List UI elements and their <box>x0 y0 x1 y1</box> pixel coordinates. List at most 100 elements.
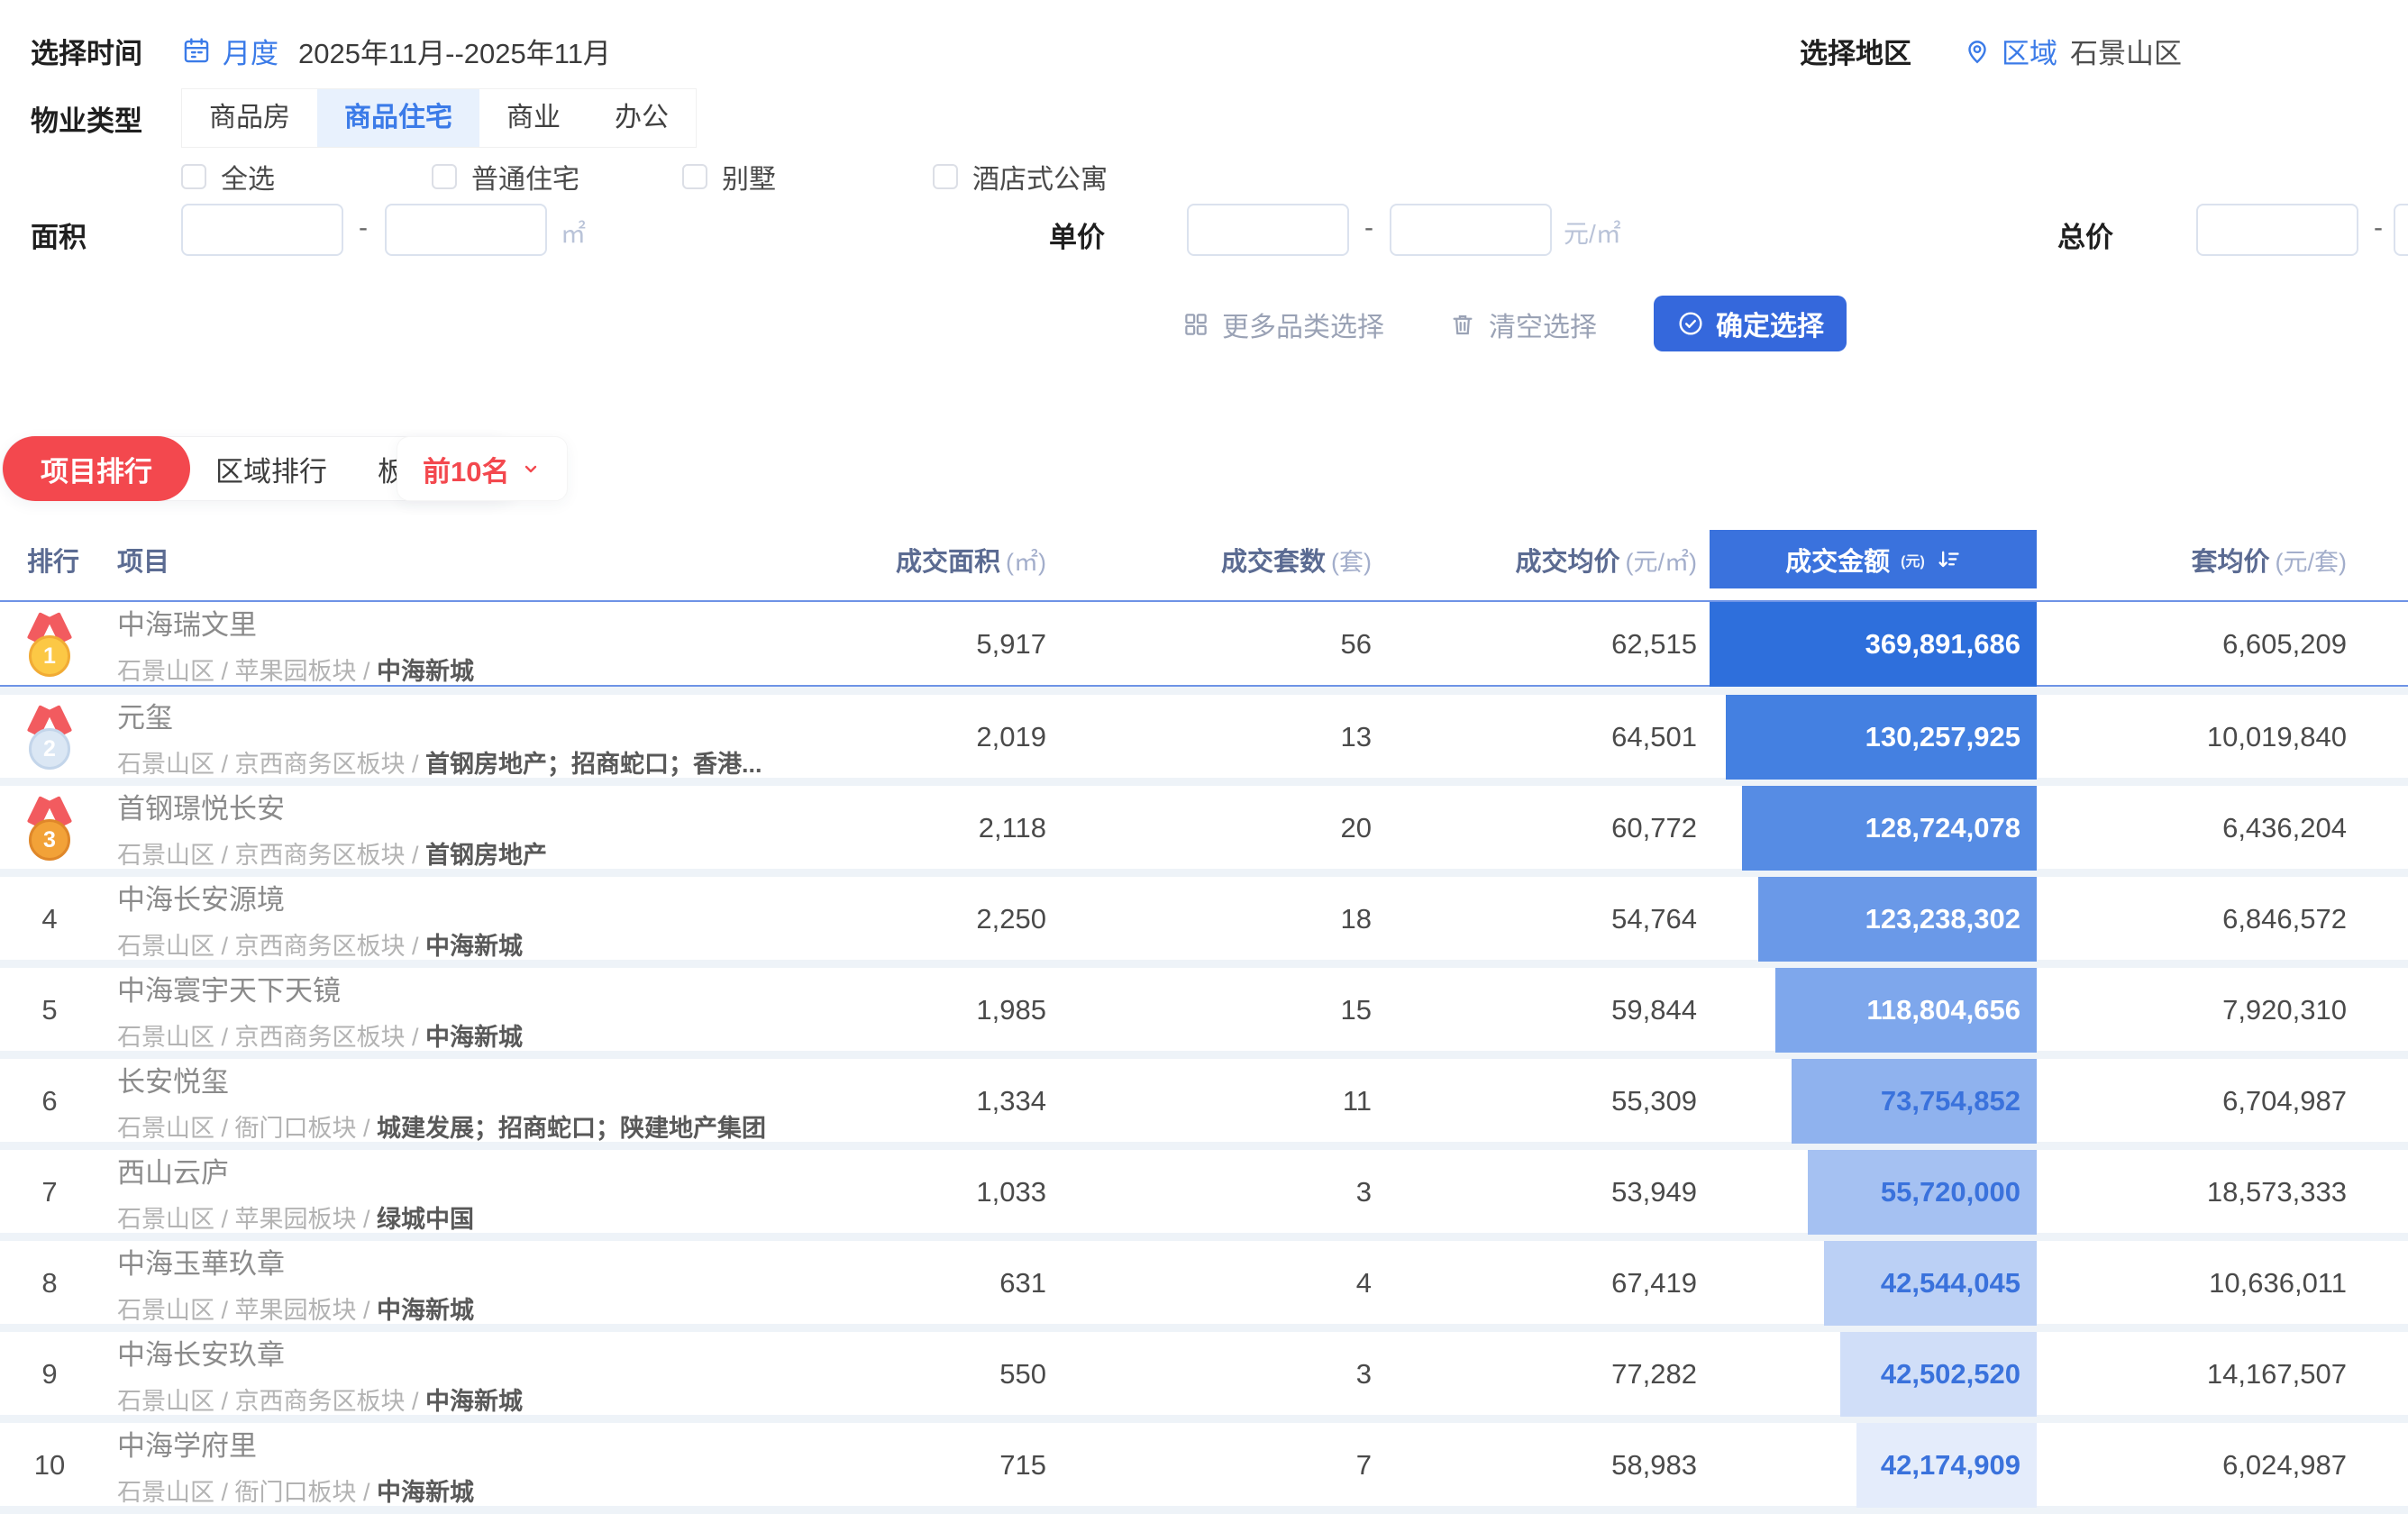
rank-cell: 5 <box>0 968 99 1053</box>
project-location-path: 石景山区 / 苹果园板块 / 中海新城 <box>117 1291 802 1326</box>
confirm-selection-label: 确定选择 <box>1716 304 1824 343</box>
table-row-rank-7[interactable]: 7西山云庐石景山区 / 苹果园板块 / 绿城中国1,033353,94955,7… <box>0 1150 2408 1233</box>
checkbox-icon[interactable] <box>933 164 958 189</box>
real-estate-ranking-page: { "filters": { "time": {"label": "选择时间",… <box>0 0 2408 1503</box>
trash-icon <box>1449 311 1476 338</box>
project-name[interactable]: 中海瑞文里 <box>117 602 802 643</box>
project-cell: 首钢璟悦长安石景山区 / 京西商务区板块 / 首钢房地产 <box>99 786 802 871</box>
region-filter-label: 选择地区 <box>1800 31 1911 71</box>
table-row-rank-1[interactable]: 1中海瑞文里石景山区 / 苹果园板块 / 中海新城5,9175662,51536… <box>0 600 2408 687</box>
table-row-rank-10[interactable]: 10中海学府里石景山区 / 衙门口板块 / 中海新城715758,98342,1… <box>0 1423 2408 1506</box>
ranking-tab-0[interactable]: 项目排行 <box>3 436 190 501</box>
col-header-units: 成交套数(套) <box>1046 541 1372 579</box>
property-sub-options-row: 全选 普通住宅 别墅 酒店式公寓 <box>0 151 2408 196</box>
property-type-tab-3[interactable]: 办公 <box>588 89 696 147</box>
property-type-tab-0[interactable]: 商品房 <box>182 89 317 147</box>
deal-amount-cell: 42,502,520 <box>1697 1332 2037 1417</box>
deal-amount-value: 42,544,045 <box>1881 1241 2020 1326</box>
checkbox-icon[interactable] <box>432 164 457 189</box>
deal-amount-value: 123,238,302 <box>1865 877 2020 962</box>
confirm-selection-button[interactable]: 确定选择 <box>1654 296 1847 351</box>
more-categories-button[interactable]: 更多品类选择 <box>1182 305 1384 344</box>
unit-price-range-dash: - <box>1364 213 1373 243</box>
clear-selection-button[interactable]: 清空选择 <box>1449 305 1597 344</box>
unit-price-min-input[interactable] <box>1187 204 1349 256</box>
project-location-path: 石景山区 / 京西商务区板块 / 中海新城 <box>117 1382 802 1417</box>
price-per-unit-value: 7,920,310 <box>2037 994 2408 1026</box>
project-developer: 中海新城 <box>425 1024 523 1051</box>
top-n-dropdown[interactable]: 前10名 <box>397 436 568 501</box>
area-max-input[interactable] <box>385 204 547 256</box>
price-per-unit-value: 6,436,204 <box>2037 812 2408 844</box>
time-range-value[interactable]: 2025年11月--2025年11月 <box>298 31 611 71</box>
table-row-rank-8[interactable]: 8中海玉華玖章石景山区 / 苹果园板块 / 中海新城631467,41942,5… <box>0 1241 2408 1324</box>
property-option-3[interactable]: 酒店式公寓 <box>933 157 1108 196</box>
table-row-rank-6[interactable]: 6长安悦玺石景山区 / 衙门口板块 / 城建发展；招商蛇口；陕建地产集团1,33… <box>0 1059 2408 1142</box>
price-per-unit-value: 10,636,011 <box>2037 1267 2408 1300</box>
table-row-rank-3[interactable]: 3首钢璟悦长安石景山区 / 京西商务区板块 / 首钢房地产2,1182060,7… <box>0 786 2408 869</box>
rank-number: 10 <box>34 1449 65 1482</box>
total-price-range-dash: - <box>2374 213 2383 243</box>
project-location-path: 石景山区 / 苹果园板块 / 绿城中国 <box>117 1199 802 1235</box>
deal-avg-price-value: 59,844 <box>1372 994 1697 1026</box>
rank-number: 8 <box>41 1267 57 1300</box>
deal-amount-value: 118,804,656 <box>1866 968 2020 1053</box>
total-price-max-input[interactable] <box>2394 204 2408 256</box>
price-per-unit-value: 6,024,987 <box>2037 1449 2408 1482</box>
project-name[interactable]: 中海长安源境 <box>117 877 802 917</box>
region-value[interactable]: 石景山区 <box>2070 31 2182 71</box>
region-picker[interactable]: 选择地区 区域 石景山区 <box>1800 31 2182 71</box>
property-option-1[interactable]: 普通住宅 <box>432 157 579 196</box>
property-type-row: 物业类型 商品房商品住宅商业办公 <box>0 88 2408 148</box>
property-type-tab-1[interactable]: 商品住宅 <box>317 89 479 147</box>
deal-area-value: 2,250 <box>802 903 1046 935</box>
region-mode-link[interactable]: 区域 <box>2002 31 2057 71</box>
deal-avg-price-value: 58,983 <box>1372 1449 1697 1482</box>
time-mode-link[interactable]: 月度 <box>223 31 278 71</box>
project-cell: 元玺石景山区 / 京西商务区板块 / 首钢房地产；招商蛇口；香港... <box>99 695 802 780</box>
table-row-rank-2[interactable]: 2元玺石景山区 / 京西商务区板块 / 首钢房地产；招商蛇口；香港...2,01… <box>0 695 2408 778</box>
price-per-unit-value: 14,167,507 <box>2037 1358 2408 1391</box>
deal-units-value: 20 <box>1046 812 1372 844</box>
ranking-tab-1[interactable]: 区域排行 <box>190 436 352 501</box>
project-name[interactable]: 西山云庐 <box>117 1150 802 1190</box>
table-row-rank-4[interactable]: 4中海长安源境石景山区 / 京西商务区板块 / 中海新城2,2501854,76… <box>0 877 2408 960</box>
rank-cell: 3 <box>0 786 99 871</box>
range-filters-row: 面积 - ㎡ 单价 - 元/㎡ 总价 - <box>0 204 2408 263</box>
deal-amount-value: 55,720,000 <box>1881 1150 2020 1235</box>
project-developer: 绿城中国 <box>377 1206 474 1233</box>
rank-cell: 4 <box>0 877 99 962</box>
project-name[interactable]: 元玺 <box>117 695 802 735</box>
deal-area-value: 2,019 <box>802 721 1046 753</box>
col-header-project: 项目 <box>99 541 802 579</box>
project-name[interactable]: 中海寰宇天下天镜 <box>117 968 802 1008</box>
project-name[interactable]: 长安悦玺 <box>117 1059 802 1099</box>
project-name[interactable]: 中海玉華玖章 <box>117 1241 802 1281</box>
property-option-label: 普通住宅 <box>471 157 579 196</box>
property-type-tab-2[interactable]: 商业 <box>479 89 588 147</box>
project-cell: 中海长安玖章石景山区 / 京西商务区板块 / 中海新城 <box>99 1332 802 1417</box>
property-option-2[interactable]: 别墅 <box>682 157 776 196</box>
project-name[interactable]: 中海学府里 <box>117 1423 802 1464</box>
area-min-input[interactable] <box>181 204 343 256</box>
price-per-unit-value: 6,846,572 <box>2037 903 2408 935</box>
project-name[interactable]: 首钢璟悦长安 <box>117 786 802 826</box>
total-price-min-input[interactable] <box>2196 204 2358 256</box>
table-row-rank-9[interactable]: 9中海长安玖章石景山区 / 京西商务区板块 / 中海新城550377,28242… <box>0 1332 2408 1415</box>
project-name[interactable]: 中海长安玖章 <box>117 1332 802 1373</box>
col-header-area: 成交面积(㎡) <box>802 541 1046 579</box>
property-option-0[interactable]: 全选 <box>181 157 275 196</box>
checkbox-icon[interactable] <box>682 164 707 189</box>
rank-number: 7 <box>41 1176 57 1208</box>
table-row-rank-5[interactable]: 5中海寰宇天下天镜石景山区 / 京西商务区板块 / 中海新城1,9851559,… <box>0 968 2408 1051</box>
deal-amount-value: 42,502,520 <box>1881 1332 2020 1417</box>
time-picker[interactable]: 月度 2025年11月--2025年11月 <box>181 31 611 71</box>
deal-amount-cell: 73,754,852 <box>1697 1059 2037 1144</box>
deal-area-value: 715 <box>802 1449 1046 1482</box>
col-header-amount-sorted[interactable]: 成交金额(元) <box>1710 530 2037 588</box>
deal-avg-price-value: 55,309 <box>1372 1085 1697 1117</box>
unit-price-max-input[interactable] <box>1390 204 1552 256</box>
deal-units-value: 3 <box>1046 1358 1372 1391</box>
checkbox-icon[interactable] <box>181 164 206 189</box>
ranking-tabs-row: 项目排行区域排行板块排行 前10名 <box>0 436 2408 501</box>
